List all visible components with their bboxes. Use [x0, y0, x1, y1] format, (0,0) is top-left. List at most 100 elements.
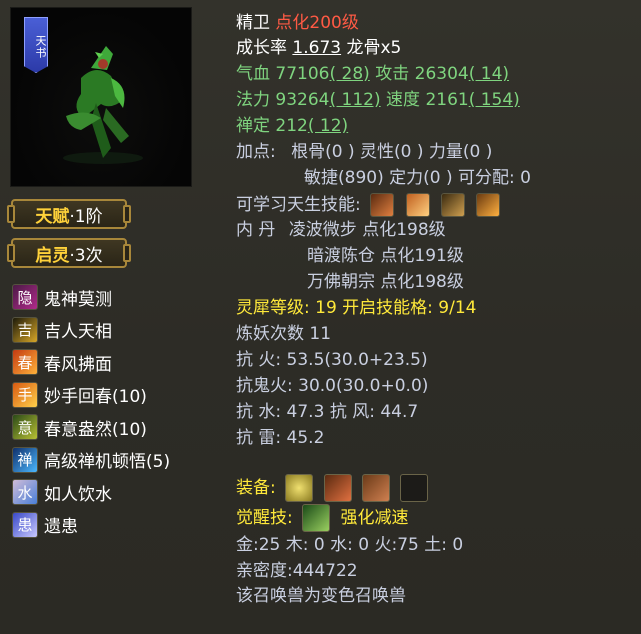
skill-name: 遗患 [44, 517, 78, 538]
skill-name: 妙手回春(10) [44, 387, 147, 408]
equip-slot-4[interactable] [400, 474, 429, 502]
zen-icon: 禅 [12, 446, 38, 473]
learnable-skill-icon[interactable] [370, 193, 395, 217]
resist-water-label: 抗 水: [236, 402, 282, 422]
points-line-1: 根骨(0 ) 灵性(0 ) 力量(0 ) [291, 142, 493, 162]
rhino-text: 灵犀等级: 19 开启技能格: 9/14 [236, 298, 477, 318]
pet-info-panel: 天书 天赋 ·1阶 启灵 ·3次 隐 鬼神莫测 吉 吉人天相 春 春风拂面 手 … [0, 0, 641, 634]
spirit-value: ·3次 [69, 245, 103, 266]
resist-fire-row: 抗 火: 53.5(30.0+23.5) [236, 349, 428, 372]
intimacy-text: 亲密度:444722 [236, 561, 358, 581]
skill-item[interactable]: 隐 鬼神莫测 [12, 281, 170, 314]
zen-bonus[interactable]: ( 12) [308, 116, 348, 136]
equip-slot-2[interactable] [323, 474, 352, 502]
resist-ghostfire-label: 抗鬼火: [236, 376, 293, 396]
spirit-label: 启灵 [35, 245, 70, 266]
skill-item[interactable]: 水 如人饮水 [12, 476, 170, 509]
spirit-badge[interactable]: 启灵 ·3次 [7, 238, 131, 268]
spd-label: 速度 [386, 90, 421, 110]
inner-dan-2[interactable]: 暗渡陈仓 点化191级 [307, 246, 464, 266]
skill-name: 春风拂面 [44, 354, 112, 375]
resist-thunder-value: 45.2 [286, 428, 325, 448]
atk-value: 26304 [414, 64, 469, 84]
resist-ghostfire-row: 抗鬼火: 30.0(30.0+0.0) [236, 375, 428, 398]
skill-item[interactable]: 意 春意盎然(10) [12, 411, 170, 444]
equip-row: 装备: [236, 473, 433, 503]
talent-value: ·1阶 [69, 206, 103, 227]
skill-name: 春意盎然(10) [44, 419, 147, 440]
atk-bonus[interactable]: ( 14) [469, 64, 509, 84]
awaken-label: 觉醒技: [236, 508, 293, 528]
hp-value: 77106 [275, 64, 330, 84]
badge-cap-left [7, 205, 15, 223]
variant-note: 该召唤兽为变色召唤兽 [236, 586, 406, 606]
resist-wind-label: 抗 风: [329, 402, 375, 422]
inner-dan-3[interactable]: 万佛朝宗 点化198级 [307, 272, 464, 292]
badge-cap-left [7, 244, 15, 262]
pet-skill-list: 隐 鬼神莫测 吉 吉人天相 春 春风拂面 手 妙手回春(10) 意 春意盎然(1… [12, 281, 170, 541]
growth-value[interactable]: 1.673 [292, 38, 341, 58]
points-row-2: 敏捷(890) 定力(0 ) 可分配: 0 [304, 167, 531, 190]
awaken-skill-icon[interactable] [302, 504, 331, 532]
mp-value: 93264 [275, 90, 330, 110]
learnable-skill-icon[interactable] [440, 193, 465, 217]
equip-slot-1[interactable] [285, 474, 314, 502]
resist-wind-value: 44.7 [380, 402, 419, 422]
resist-thunder-label: 抗 雷: [236, 428, 282, 448]
skill-name: 如人饮水 [44, 484, 112, 505]
hp-bonus[interactable]: ( 28) [330, 64, 370, 84]
points-line-2: 敏捷(890) 定力(0 ) 可分配: 0 [304, 168, 531, 188]
tianshu-tag-text: 天书 [34, 35, 47, 59]
growth-label: 成长率 [236, 38, 287, 58]
mp-bonus[interactable]: ( 112) [330, 90, 381, 110]
pet-level: 点化200级 [275, 13, 359, 33]
atk-label: 攻击 [375, 64, 410, 84]
spd-bonus[interactable]: ( 154) [469, 90, 520, 110]
skill-item[interactable]: 春 春风拂面 [12, 346, 170, 379]
face-icon: 吉 [12, 316, 38, 343]
inner-row-3: 万佛朝宗 点化198级 [307, 271, 464, 294]
resist-water-wind-row: 抗 水: 47.3 抗 风: 44.7 [236, 401, 418, 424]
equip-slot-3[interactable] [361, 474, 390, 502]
equip-label: 装备: [236, 478, 276, 498]
elements-text: 金:25 木: 0 水: 0 火:75 土: 0 [236, 535, 464, 555]
water-icon: 水 [12, 479, 38, 506]
pet-portrait[interactable]: 天书 [10, 7, 192, 187]
spd-value: 2161 [425, 90, 469, 110]
talent-badge[interactable]: 天赋 ·1阶 [7, 199, 131, 229]
zen-value: 212 [275, 116, 308, 136]
skill-item[interactable]: 禅 高级禅机顿悟(5) [12, 444, 170, 477]
elements-row: 金:25 木: 0 水: 0 火:75 土: 0 [236, 534, 463, 557]
mp-label: 法力 [236, 90, 270, 110]
skill-item[interactable]: 吉 吉人天相 [12, 314, 170, 347]
skill-item[interactable]: 患 遗患 [12, 509, 170, 542]
variant-row: 该召唤兽为变色召唤兽 [236, 585, 406, 608]
skill-name: 高级禅机顿悟(5) [44, 452, 171, 473]
skill-item[interactable]: 手 妙手回春(10) [12, 379, 170, 412]
resist-fire-value: 53.5(30.0+23.5) [286, 350, 428, 370]
inner-row-2: 暗渡陈仓 点化191级 [307, 245, 464, 268]
demon-text: 炼妖次数 11 [236, 324, 332, 344]
inner-row-1: 内 丹 凌波微步 点化198级 [236, 219, 446, 242]
learnable-label: 可学习天生技能: [236, 195, 361, 215]
zen-label: 禅定 [236, 116, 270, 136]
badge-cap-right [123, 205, 131, 223]
points-row-1: 加点: 根骨(0 ) 灵性(0 ) 力量(0 ) [236, 141, 492, 164]
resist-water-value: 47.3 [286, 402, 325, 422]
resist-ghostfire-value: 30.0(30.0+0.0) [298, 376, 429, 396]
intimacy-row: 亲密度:444722 [236, 560, 358, 583]
inner-dan-1[interactable]: 凌波微步 点化198级 [289, 220, 446, 240]
awaken-skill-name[interactable]: 强化减速 [341, 508, 409, 528]
dragon-bone: 龙骨x5 [346, 38, 402, 58]
learnable-skill-icon[interactable] [476, 193, 501, 217]
learnable-skill-icon[interactable] [405, 193, 430, 217]
skill-name: 鬼神莫测 [44, 289, 112, 310]
mp-spd-row: 法力 93264( 112) 速度 2161( 154) [236, 89, 520, 112]
wind-icon: 春 [12, 349, 38, 376]
resist-fire-label: 抗 火: [236, 350, 282, 370]
badge-cap-right [123, 244, 131, 262]
tianshu-tag: 天书 [24, 17, 48, 73]
zen-row: 禅定 212( 12) [236, 115, 348, 138]
pet-name: 精卫 [236, 13, 270, 33]
rhino-row: 灵犀等级: 19 开启技能格: 9/14 [236, 297, 476, 320]
